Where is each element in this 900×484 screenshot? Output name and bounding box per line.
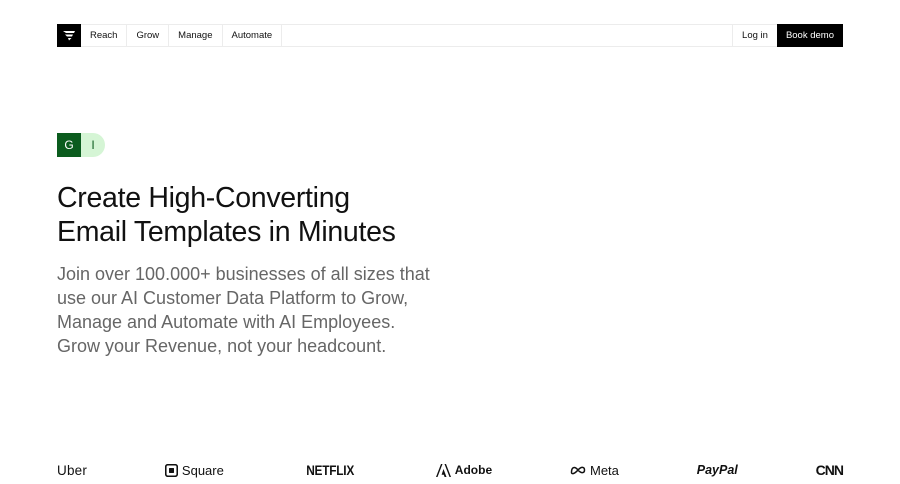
- badge-group: G I: [57, 133, 105, 157]
- meta-infinity-icon: [570, 466, 586, 475]
- nav-left: Reach Grow Manage Automate: [57, 24, 733, 47]
- cnn-logo: CNN: [815, 462, 844, 478]
- cnn-logo-text: CNN: [815, 462, 844, 478]
- customer-logos: Uber Square NETFLIX Adobe Meta PayPal CN…: [57, 462, 844, 478]
- adobe-logo-text: Adobe: [454, 463, 493, 477]
- sub-line-1: Join over 100.000+ businesses of all siz…: [57, 264, 430, 284]
- hero-description: Join over 100.000+ businesses of all siz…: [57, 262, 457, 358]
- netflix-logo: NETFLIX: [306, 462, 354, 478]
- square-logo-text: Square: [181, 462, 224, 478]
- nav-link-manage[interactable]: Manage: [169, 25, 223, 46]
- square-logo-icon: [164, 463, 178, 477]
- top-nav: Reach Grow Manage Automate Log in Book d…: [57, 24, 843, 47]
- nav-link-automate[interactable]: Automate: [223, 25, 283, 46]
- paypal-logo: PayPal: [697, 463, 738, 477]
- adobe-logo: Adobe: [435, 463, 493, 477]
- square-logo: Square: [164, 462, 224, 478]
- page-title: Create High-Converting Email Templates i…: [57, 181, 477, 249]
- uber-logo: Uber: [57, 463, 87, 478]
- meta-logo-text: Meta: [590, 462, 619, 478]
- login-button[interactable]: Log in: [732, 24, 777, 47]
- uber-logo-text: Uber: [57, 462, 88, 478]
- adobe-logo-icon: [435, 463, 451, 477]
- netflix-logo-text: NETFLIX: [305, 462, 354, 478]
- sub-line-3: Manage and Automate with AI Employees.: [57, 312, 396, 332]
- badge-g: G: [57, 133, 81, 157]
- sub-line-4: Grow your Revenue, not your headcount.: [57, 336, 387, 356]
- headline-line-2: Email Templates in Minutes: [57, 216, 396, 248]
- sub-line-2: use our AI Customer Data Platform to Gro…: [57, 288, 409, 308]
- brand-logo-icon[interactable]: [57, 24, 81, 47]
- paypal-logo-text: PayPal: [696, 463, 738, 477]
- headline-line-1: Create High-Converting: [57, 182, 350, 214]
- book-demo-button[interactable]: Book demo: [776, 24, 843, 47]
- badge-i: I: [81, 133, 105, 157]
- meta-logo: Meta: [570, 463, 619, 478]
- nav-right: Log in Book demo: [732, 24, 843, 47]
- nav-link-reach[interactable]: Reach: [81, 25, 128, 46]
- nav-link-grow[interactable]: Grow: [127, 25, 170, 46]
